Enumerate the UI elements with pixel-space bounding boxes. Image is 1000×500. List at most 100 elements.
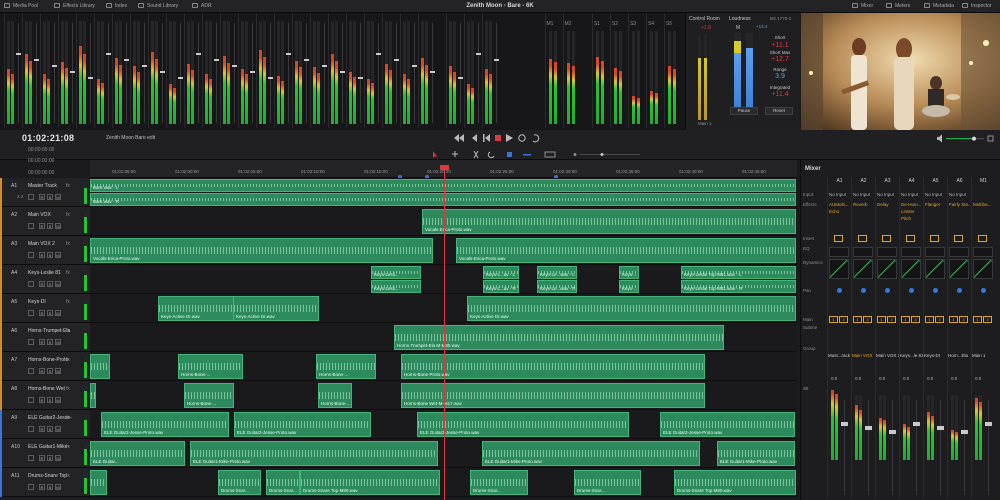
playhead-handle[interactable] bbox=[440, 165, 449, 170]
mixer-input-select[interactable]: No Input bbox=[877, 192, 894, 197]
audio-clip[interactable]: Vocals-Erica-Proto.wav bbox=[422, 209, 796, 234]
mixer-pan-control[interactable] bbox=[957, 288, 962, 293]
mixer-pan-control[interactable] bbox=[933, 288, 938, 293]
meters-toggle-button[interactable]: Meters bbox=[886, 3, 910, 9]
mixer-pan-control[interactable] bbox=[909, 288, 914, 293]
fader-cap[interactable] bbox=[196, 53, 201, 55]
loudness-pause-button[interactable]: Pause bbox=[730, 107, 758, 115]
track-mute-button[interactable]: M bbox=[55, 484, 61, 490]
track-header[interactable]: A8 Horns-Bone Wet fx R S M bbox=[0, 381, 90, 410]
mixer-insert-button[interactable] bbox=[882, 235, 891, 242]
track-solo-button[interactable]: S bbox=[47, 310, 53, 316]
mixer-eq-curve[interactable] bbox=[853, 247, 873, 257]
mixer-input-select[interactable]: No Input bbox=[853, 192, 870, 197]
fader-cap[interactable] bbox=[358, 77, 363, 79]
mixer-main-assign[interactable]: 1 bbox=[877, 316, 886, 323]
mixer-effect-slot[interactable]: Flanger bbox=[925, 202, 940, 207]
track-mute-button[interactable]: M bbox=[55, 339, 61, 345]
track-fx-icon[interactable]: fx bbox=[66, 299, 70, 305]
track-header[interactable]: A2 Main VOX fx R S M bbox=[0, 207, 90, 236]
loudness-reset-button[interactable]: Reset bbox=[765, 107, 793, 115]
audio-clip[interactable]: Keys-Leslie Top-M81.wav - L bbox=[681, 266, 796, 279]
audio-clip[interactable]: Drums-Snar... bbox=[218, 470, 261, 495]
track-lock-button[interactable] bbox=[28, 223, 34, 229]
media-pool-button[interactable]: Media Pool bbox=[4, 3, 38, 9]
fader-cap[interactable] bbox=[286, 53, 291, 55]
metadata-toggle-button[interactable]: Metadata bbox=[924, 3, 954, 9]
mixer-effect-slot[interactable]: Delay bbox=[877, 202, 889, 207]
track-lock-button[interactable] bbox=[28, 252, 34, 258]
mixer-main-assign[interactable]: 2 bbox=[935, 316, 944, 323]
track-header[interactable]: A11 Drums-Snare Top fx R S M bbox=[0, 468, 90, 497]
track-solo-button[interactable]: S bbox=[47, 194, 53, 200]
audio-clip[interactable]: ELE Guitar2-Jesse-Proto.wav bbox=[660, 412, 795, 437]
fader-cap[interactable] bbox=[376, 53, 381, 55]
mixer-toggle-button[interactable]: Mixer bbox=[852, 3, 873, 9]
track-solo-button[interactable]: S bbox=[47, 368, 53, 374]
track-lock-button[interactable] bbox=[28, 281, 34, 287]
index-button[interactable]: Index bbox=[106, 3, 127, 9]
mixer-dynamics-graph[interactable] bbox=[877, 259, 897, 279]
track-record-button[interactable]: R bbox=[39, 455, 45, 461]
track-mute-button[interactable]: M bbox=[55, 455, 61, 461]
mixer-fader-cap[interactable] bbox=[865, 426, 872, 430]
track-header[interactable]: A5 Keys-DI fx R S M bbox=[0, 294, 90, 323]
audio-clip[interactable]: Keys-Le...wav - R bbox=[537, 280, 577, 293]
mixer-main-assign[interactable]: 1 bbox=[949, 316, 958, 323]
fader-cap[interactable] bbox=[322, 65, 327, 67]
mixer-effect-slot[interactable]: De-Hum... bbox=[901, 202, 922, 207]
track-header[interactable]: A4 Keys-Leslie 81 fx R S M bbox=[0, 265, 90, 294]
timecode-display[interactable]: 01:02:21:08 bbox=[22, 133, 74, 143]
audio-clip[interactable] bbox=[90, 470, 107, 495]
track-solo-button[interactable]: S bbox=[47, 484, 53, 490]
track-record-button[interactable]: R bbox=[39, 397, 45, 403]
fader-cap[interactable] bbox=[178, 77, 183, 79]
mixer-dynamics-graph[interactable] bbox=[973, 259, 993, 279]
audio-clip[interactable]: Keys-... bbox=[619, 266, 639, 279]
audio-clip[interactable]: Horns-Bone-... bbox=[316, 354, 376, 379]
mixer-main-assign[interactable]: 1 bbox=[829, 316, 838, 323]
track-fx-icon[interactable]: fx bbox=[66, 241, 70, 247]
track-record-button[interactable]: R bbox=[39, 223, 45, 229]
track-header[interactable]: A1 Master Track fx 2.2 R S M bbox=[0, 178, 90, 207]
track-mute-button[interactable]: M bbox=[55, 252, 61, 258]
mixer-fader-cap[interactable] bbox=[889, 430, 896, 434]
track-solo-button[interactable]: S bbox=[47, 426, 53, 432]
track-lock-button[interactable] bbox=[28, 455, 34, 461]
zoom-slider[interactable] bbox=[580, 154, 640, 155]
track-lock-button[interactable] bbox=[28, 368, 34, 374]
track-fx-icon[interactable]: fx bbox=[66, 386, 70, 392]
audio-clip[interactable]: Keys-Lesli... bbox=[371, 280, 421, 293]
mixer-main-assign[interactable]: 1 bbox=[973, 316, 982, 323]
track-record-button[interactable]: R bbox=[39, 484, 45, 490]
fader-cap[interactable] bbox=[232, 65, 237, 67]
audio-clip[interactable]: ELE Guitar1-Mike-Proto.wav bbox=[190, 441, 438, 466]
track-record-button[interactable]: R bbox=[39, 310, 45, 316]
track-lock-button[interactable] bbox=[28, 194, 34, 200]
mixer-input-select[interactable]: No Input bbox=[829, 192, 846, 197]
track-mute-button[interactable]: M bbox=[55, 368, 61, 374]
audio-clip[interactable]: ELE Guitar2-Jesse-Proto.wav bbox=[101, 412, 229, 437]
audio-clip[interactable]: Keys-Lesli... bbox=[371, 266, 421, 279]
mixer-eq-curve[interactable] bbox=[949, 247, 969, 257]
mixer-fader-cap[interactable] bbox=[937, 426, 944, 430]
audio-clip[interactable] bbox=[90, 383, 96, 408]
track-fx-icon[interactable]: fx bbox=[66, 415, 70, 421]
audio-clip[interactable] bbox=[90, 354, 110, 379]
mixer-insert-button[interactable] bbox=[834, 235, 843, 242]
mixer-fader-cap[interactable] bbox=[985, 422, 992, 426]
mixer-fader-cap[interactable] bbox=[913, 422, 920, 426]
audio-clip[interactable]: Drums-Snar... bbox=[470, 470, 528, 495]
track-mute-button[interactable]: M bbox=[55, 426, 61, 432]
track-fx-icon[interactable]: fx bbox=[66, 357, 70, 363]
track-mute-button[interactable]: M bbox=[55, 397, 61, 403]
fader-cap[interactable] bbox=[304, 59, 309, 61]
track-mute-button[interactable]: M bbox=[55, 281, 61, 287]
track-solo-button[interactable]: S bbox=[47, 281, 53, 287]
video-viewer[interactable] bbox=[801, 13, 1000, 130]
audio-clip[interactable]: Keys-Active DI.wav bbox=[467, 296, 796, 321]
mixer-insert-button[interactable] bbox=[906, 235, 915, 242]
mixer-effect-slot[interactable]: Reverb bbox=[853, 202, 868, 207]
fader-cap[interactable] bbox=[250, 71, 255, 73]
mixer-pan-control[interactable] bbox=[837, 288, 842, 293]
